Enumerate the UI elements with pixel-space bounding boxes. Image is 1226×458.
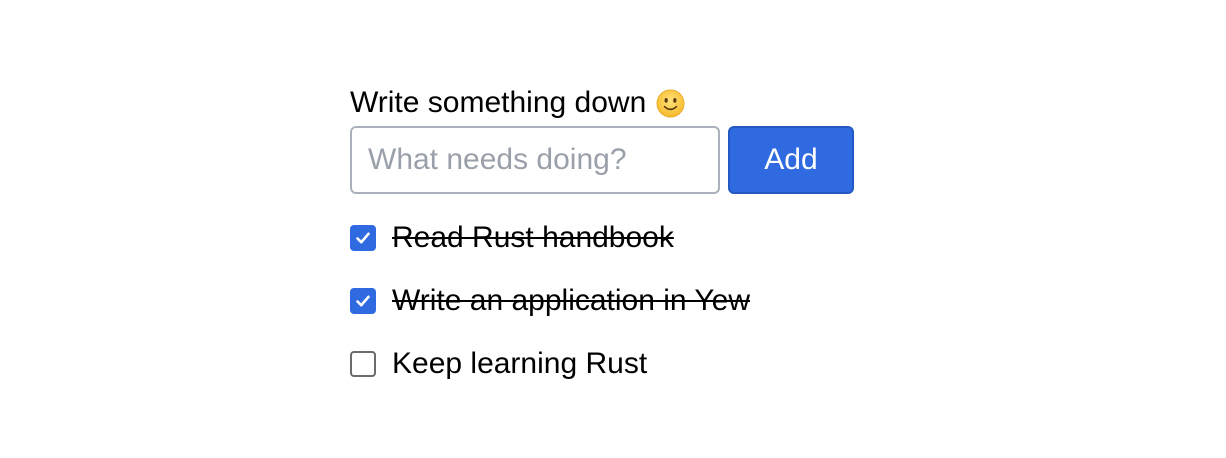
todo-label: Write an application in Yew bbox=[392, 283, 751, 317]
page-heading: Write something down bbox=[350, 84, 870, 122]
checkmark-icon bbox=[356, 232, 370, 243]
slightly-smiling-face-icon bbox=[656, 89, 685, 118]
add-button[interactable]: Add bbox=[728, 126, 854, 194]
checkmark-icon bbox=[356, 295, 370, 306]
page-title: Write something down bbox=[350, 86, 647, 119]
todo-checkbox[interactable] bbox=[350, 287, 376, 314]
todo-label: Read Rust handbook bbox=[392, 220, 674, 254]
todo-checkbox[interactable] bbox=[350, 224, 376, 251]
list-item: Write an application in Yew bbox=[350, 269, 870, 332]
list-item: Read Rust handbook bbox=[350, 206, 870, 269]
todo-app: Write something down Add bbox=[350, 84, 870, 395]
todo-checkbox[interactable] bbox=[350, 350, 376, 377]
list-item: Keep learning Rust bbox=[350, 332, 870, 395]
add-todo-form: Add bbox=[350, 126, 870, 194]
todo-list: Read Rust handbook Write an application … bbox=[350, 206, 870, 395]
todo-label: Keep learning Rust bbox=[392, 346, 648, 380]
todo-input[interactable] bbox=[350, 126, 720, 194]
